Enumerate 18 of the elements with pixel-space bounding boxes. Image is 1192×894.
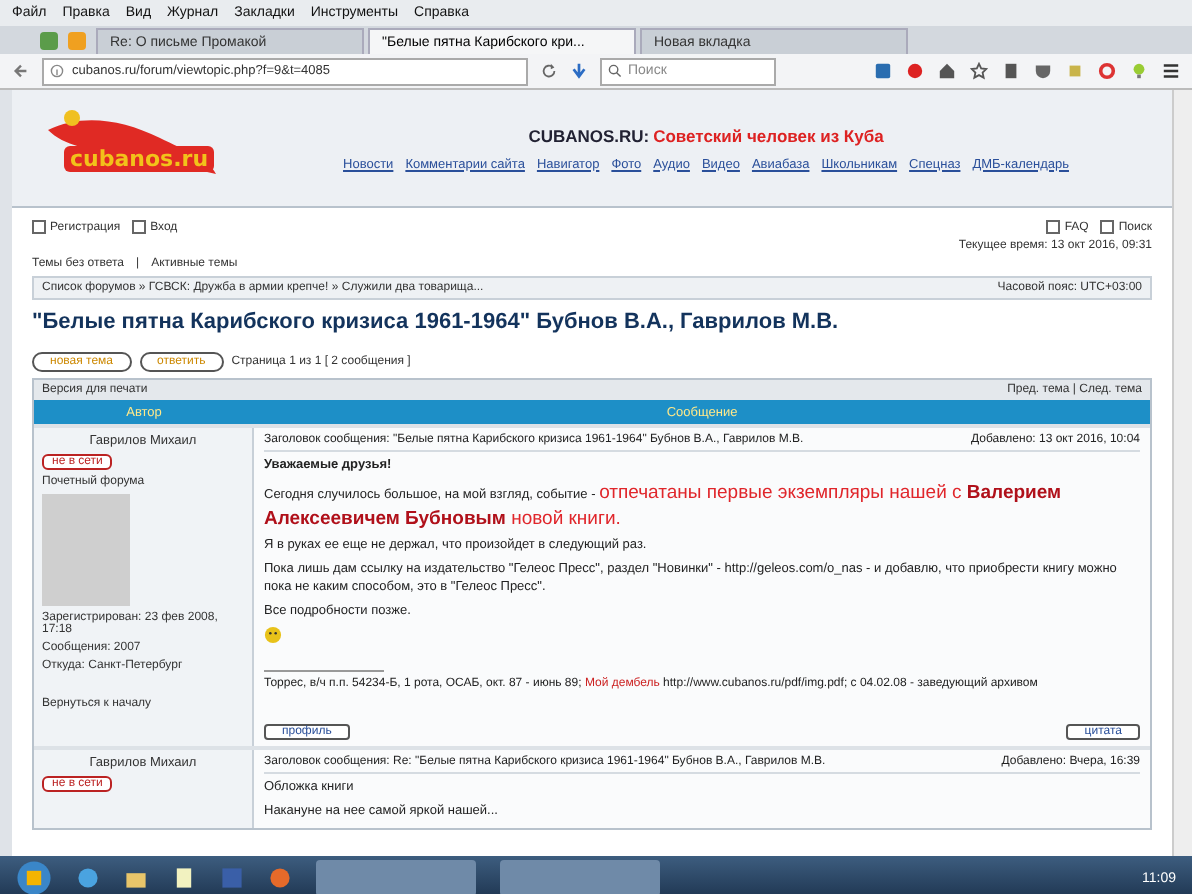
notes-icon[interactable]	[172, 866, 196, 890]
scrollbar[interactable]	[1172, 90, 1192, 856]
info-icon[interactable]	[50, 64, 64, 78]
search-icon	[608, 64, 622, 78]
avatar-placeholder	[42, 494, 130, 606]
reload-icon[interactable]	[540, 62, 558, 80]
site-title: CUBANOS.RU:	[528, 125, 650, 145]
menu-icon[interactable]	[1162, 62, 1180, 80]
start-orb-icon[interactable]	[16, 860, 52, 894]
home-icon[interactable]	[938, 62, 956, 80]
download-icon[interactable]	[570, 62, 588, 80]
smiley-icon	[264, 626, 282, 645]
bulb-icon[interactable]	[1130, 62, 1148, 80]
star-icon[interactable]	[970, 62, 988, 80]
site-subtitle: Советский человек из Куба	[653, 125, 884, 145]
topic-title[interactable]: "Белые пятна Карибского кризиса 1961-1964" Бубнов В.А., Гаврилов М.В.	[32, 310, 1152, 334]
shield-icon[interactable]	[1034, 62, 1052, 80]
back-icon[interactable]	[12, 62, 30, 80]
